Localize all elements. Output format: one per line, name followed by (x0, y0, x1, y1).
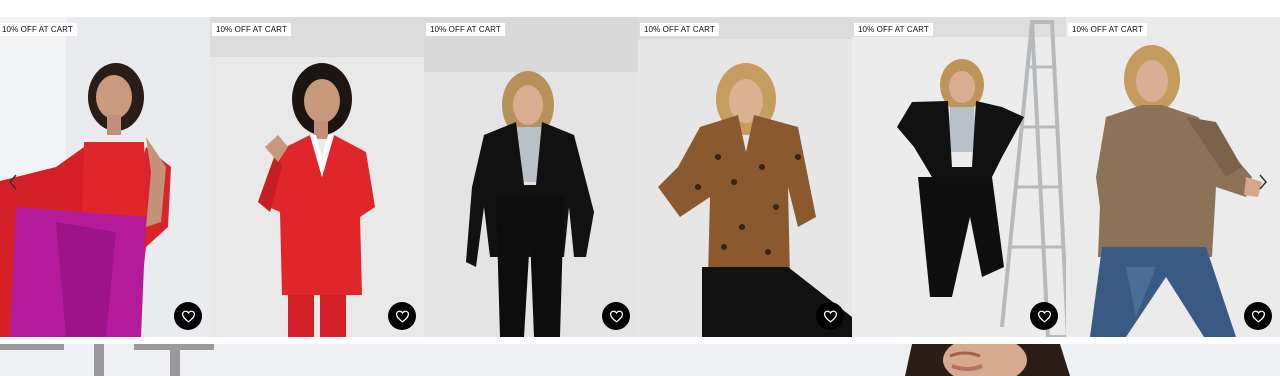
heart-outline-icon (823, 310, 837, 323)
chevron-right-icon (1259, 174, 1267, 190)
discount-badge: 10% OFF AT CART (0, 23, 77, 36)
product-carousel: 10% OFF AT CART 10% OFF AT CART 10% OFF … (0, 17, 1280, 337)
wishlist-button[interactable] (388, 302, 416, 330)
discount-badge: 10% OFF AT CART (426, 23, 505, 36)
discount-badge: 10% OFF AT CART (854, 23, 933, 36)
heart-outline-icon (1251, 310, 1265, 323)
discount-badge: 10% OFF AT CART (640, 23, 719, 36)
product-image[interactable] (1066, 17, 1280, 337)
wishlist-button[interactable] (1030, 302, 1058, 330)
discount-badge: 10% OFF AT CART (1068, 23, 1147, 36)
banner-image (0, 344, 1280, 376)
wishlist-button[interactable] (1244, 302, 1272, 330)
product-image[interactable] (210, 17, 424, 337)
discount-badge: 10% OFF AT CART (212, 23, 291, 36)
wishlist-button[interactable] (174, 302, 202, 330)
product-card[interactable]: 10% OFF AT CART (638, 17, 852, 337)
chevron-left-icon (9, 174, 17, 190)
wishlist-button[interactable] (602, 302, 630, 330)
product-card[interactable]: 10% OFF AT CART (1066, 17, 1280, 337)
product-image[interactable] (424, 17, 638, 337)
heart-outline-icon (1037, 310, 1051, 323)
product-card[interactable]: 10% OFF AT CART (210, 17, 424, 337)
product-card[interactable]: 10% OFF AT CART (852, 17, 1066, 337)
product-card[interactable]: 10% OFF AT CART (424, 17, 638, 337)
heart-outline-icon (609, 310, 623, 323)
carousel-prev-button[interactable] (6, 172, 20, 192)
product-image[interactable] (638, 17, 852, 337)
heart-outline-icon (181, 310, 195, 323)
carousel-next-button[interactable] (1256, 172, 1270, 192)
product-card[interactable]: 10% OFF AT CART (0, 17, 210, 337)
heart-outline-icon (395, 310, 409, 323)
product-image[interactable] (0, 17, 210, 337)
promo-banner[interactable] (0, 344, 1280, 376)
product-image[interactable] (852, 17, 1066, 337)
wishlist-button[interactable] (816, 302, 844, 330)
